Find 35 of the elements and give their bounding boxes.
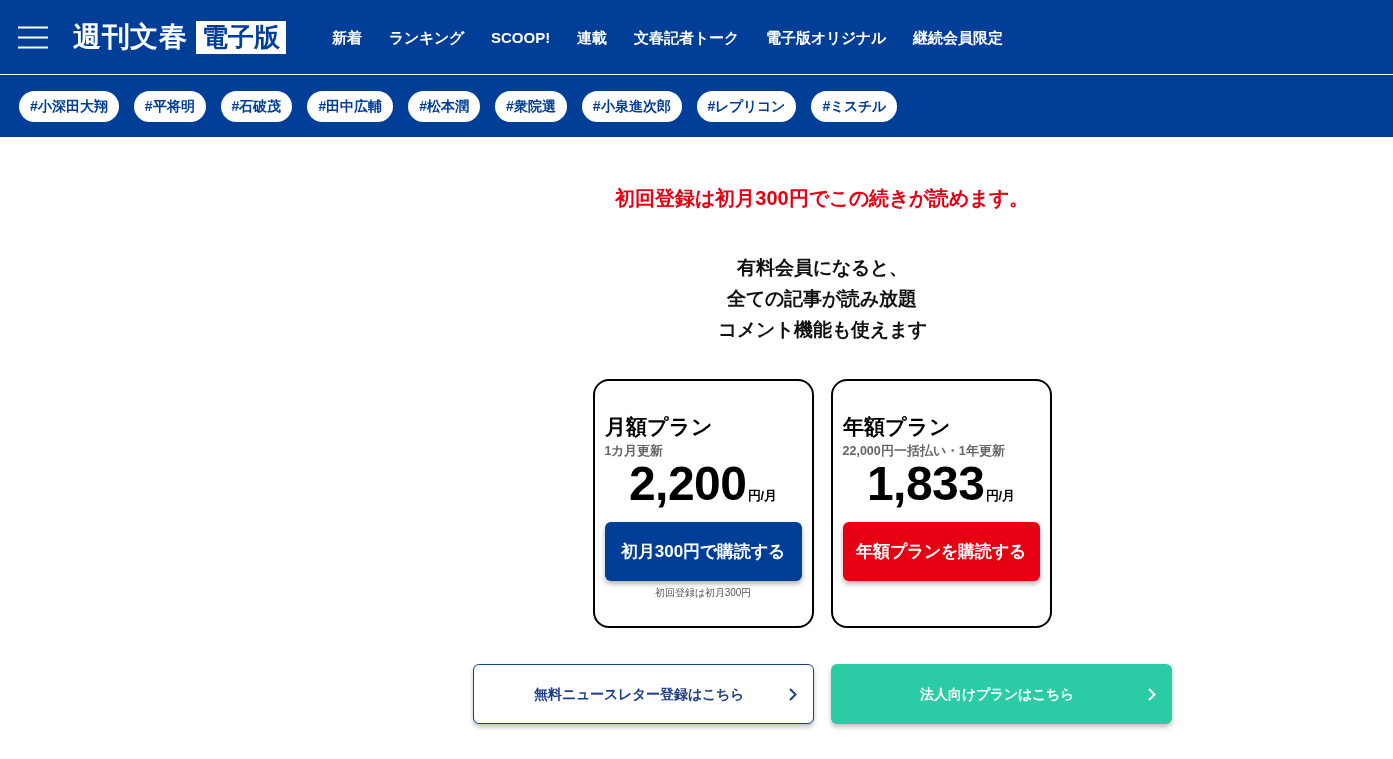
tag-link[interactable]: #衆院選 — [495, 90, 567, 122]
nav-link[interactable]: 電子版オリジナル — [766, 29, 887, 45]
plan-name: 年額プラン — [842, 414, 952, 440]
tag-link[interactable]: #小深田大翔 — [19, 90, 119, 122]
nav-link[interactable]: SCOOP! — [491, 29, 551, 45]
plan-price: 1,833 — [866, 461, 985, 507]
plan-name: 月額プラン — [604, 414, 714, 440]
subscribe-button[interactable]: 初月300円で購読する — [604, 522, 802, 581]
nav-link[interactable]: ランキング — [389, 29, 464, 45]
logo-title[interactable]: 週刊文春 — [73, 23, 187, 51]
tag-link[interactable]: #平将明 — [133, 90, 206, 122]
menu-icon[interactable] — [18, 25, 48, 49]
tag-link[interactable]: #ミスチル — [811, 90, 898, 122]
logo-badge[interactable]: 電子版 — [196, 20, 286, 54]
link-button[interactable]: 無料ニュースレター登録はこちら — [472, 664, 814, 724]
plan-billing: 22,000円一括払い・1年更新 — [842, 443, 1006, 460]
paywall-headline: 初回登録は初月300円でこの続きが読めます。 — [615, 186, 1029, 211]
benefits-text: 有料会員になると、 全ての記事が読み放題 コメント機能も使えます — [717, 256, 927, 342]
tag-link[interactable]: #田中広輔 — [307, 90, 394, 122]
tag-link[interactable]: #松本潤 — [408, 90, 480, 122]
price-unit: 円/月 — [747, 487, 778, 505]
nav-link[interactable]: 継続会員限定 — [913, 29, 1004, 45]
chevron-right-icon — [1147, 687, 1156, 701]
plan-price: 2,200 — [628, 461, 747, 507]
plan-note: 初回登録は初月300円 — [654, 586, 752, 599]
nav-link[interactable]: 新着 — [332, 29, 362, 45]
nav-link[interactable]: 文春記者トーク — [634, 29, 740, 45]
tag-link[interactable]: #石破茂 — [220, 90, 293, 122]
plan-billing: 1カ月更新 — [604, 443, 665, 460]
nav-link[interactable]: 連載 — [577, 29, 608, 45]
price-unit: 円/月 — [985, 487, 1016, 505]
chevron-right-icon — [788, 687, 797, 701]
tag-link[interactable]: #レプリコン — [696, 90, 797, 122]
tag-link[interactable]: #小泉進次郎 — [581, 90, 682, 122]
subscribe-button[interactable]: 年額プランを購読する — [842, 522, 1040, 581]
